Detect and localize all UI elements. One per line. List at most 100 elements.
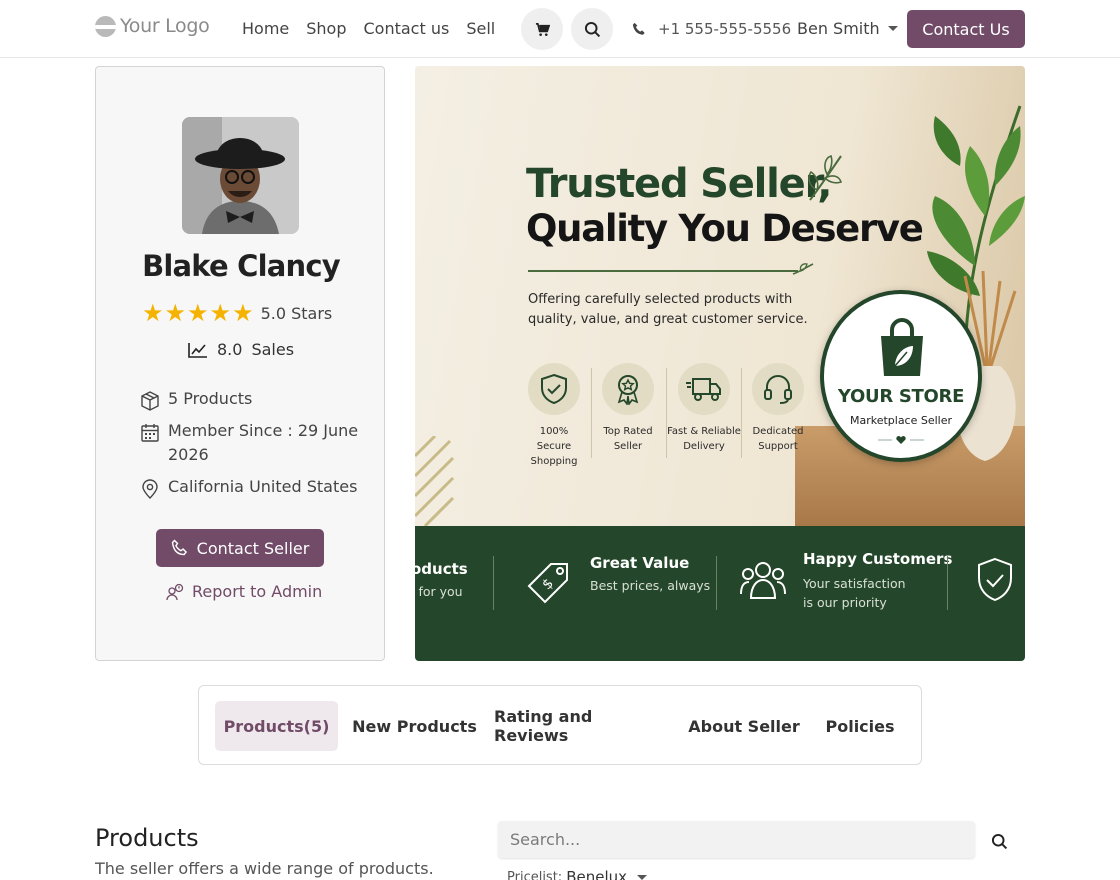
banner-headline-2: Quality You Deserve [526,207,924,250]
phone-number: +1 555-555-5556 [658,20,792,38]
user-menu[interactable]: Ben Smith [797,19,898,38]
rating-text: 5.0 Stars [260,303,333,323]
report-to-admin-link[interactable]: Report to Admin [166,582,322,601]
tab-new-products[interactable]: New Products [348,701,481,751]
seller-profile-card: Blake Clancy ★★★★★ 5.0 Stars 8.0 Sales 5… [95,66,385,661]
products-description: The seller offers a wide range of produc… [95,859,434,878]
nav-shop[interactable]: Shop [306,19,346,38]
strip-title: Happy Customers [803,550,953,568]
tab-rating-reviews[interactable]: Rating and Reviews [494,701,667,751]
nav-home[interactable]: Home [242,19,289,38]
feature-line1: Fast & Reliable [667,426,741,437]
feature-line2: Secure Shopping [530,441,578,467]
location-text: California United States [168,477,358,496]
location-pin-icon [142,479,158,499]
price-tag-icon: $ [527,563,568,604]
strip-item-great-value: Great Value Best prices, always [590,554,710,595]
contact-seller-button[interactable]: Contact Seller [156,529,324,567]
feature-top-rated: Top Rated Seller [590,363,666,454]
seller-name: Blake Clancy [142,249,341,283]
products-heading: Products [95,824,199,852]
strip-desc: Best prices, always [590,578,711,593]
benefits-strip: oducts l for you $ Great Value Best pric… [415,526,1025,661]
tab-about-seller[interactable]: About Seller [683,701,805,751]
strip-separator [493,556,494,610]
tab-policies[interactable]: Policies [819,701,901,751]
chart-line-icon [188,342,207,358]
phone-icon [171,539,187,556]
report-label: Report to Admin [192,582,323,601]
feature-line1: Dedicated [752,426,804,437]
logo-text: Your Logo [120,15,210,37]
strip-item-happy-customers: Happy Customers Your satisfaction is our… [803,550,952,612]
pricelist-value: Benelux [566,868,627,880]
cart-button[interactable] [521,8,563,50]
pricelist-label: Pricelist: [507,869,563,880]
product-search-button[interactable] [986,828,1012,854]
phone-icon [632,22,645,35]
logo-mark-icon [95,15,116,37]
pricelist-selector[interactable]: Pricelist: Benelux [507,868,647,880]
badge-title: YOUR STORE [837,386,965,407]
sales-value: 8.0 [217,340,243,359]
cart-icon [535,22,550,36]
banner-headline-1: Trusted Seller, [526,161,832,207]
feature-fast-delivery: Fast & Reliable Delivery [666,363,742,454]
nav-contact-us[interactable]: Contact us [364,19,450,38]
seller-products-count: 5 Products [140,387,372,411]
products-count-text: 5 Products [168,389,253,408]
seller-location: California United States [140,475,372,499]
calendar-icon [141,424,159,442]
seller-member-since: Member Since : 29 June 2026 [140,419,372,467]
top-navbar: Your Logo Home Shop Contact us Sell +1 5… [0,0,1120,58]
user-name: Ben Smith [797,19,880,38]
chevron-down-icon [637,874,647,880]
chevron-down-icon [887,26,898,31]
strip-separator [947,556,948,610]
search-icon [991,833,1007,849]
shopping-bag-icon [881,318,923,376]
award-icon [602,363,654,415]
feature-line1: 100% [539,426,569,437]
site-logo[interactable]: Your Logo [95,15,210,37]
delivery-truck-icon [678,363,730,415]
product-search-input[interactable]: Search... [498,821,975,858]
phone-contact[interactable]: +1 555-555-5556 [632,20,791,38]
contact-seller-label: Contact Seller [196,538,310,558]
contact-us-button[interactable]: Contact Us [907,10,1025,48]
headset-icon [752,363,804,415]
sales-label: Sales [251,340,295,359]
strip-separator [716,556,717,610]
seller-avatar [182,117,299,234]
strip-title: Great Value [590,554,690,572]
feature-line1: Top Rated [603,426,653,437]
star-rating-icon: ★★★★★ [142,299,255,327]
seller-tabs: Products(5) New Products Rating and Revi… [198,685,922,765]
feature-line2: Delivery [683,441,725,452]
report-user-icon [166,583,184,600]
leaf-sprig-icon [808,154,843,201]
nav-sell[interactable]: Sell [466,19,495,38]
strip-desc: l for you [415,584,463,599]
strip-title: oducts [415,560,468,578]
users-group-icon [740,562,786,599]
heart-icon [878,436,924,444]
member-since-text: Member Since : 29 June 2026 [168,421,359,464]
tab-products[interactable]: Products(5) [215,701,338,751]
stripes-decoration-icon [415,436,455,526]
seller-sales: 8.0 Sales [188,340,294,359]
strip-item-products: oducts l for you [415,560,468,601]
feature-dedicated-support: Dedicated Support [740,363,816,454]
search-button[interactable] [571,8,613,50]
main-nav: Home Shop Contact us Sell [242,19,495,38]
strip-desc-1: Your satisfaction [803,576,906,591]
banner-divider [528,270,798,272]
search-icon [584,21,600,37]
seller-banner: Trusted Seller, Quality You Deserve Offe… [415,66,1025,661]
feature-line2: Seller [613,441,643,452]
shield-check-icon [978,557,1012,602]
feature-line2: Support [758,441,798,452]
badge-subtitle: Marketplace Seller [849,414,953,427]
shield-check-icon [528,363,580,415]
leaf-divider-icon [792,263,814,275]
